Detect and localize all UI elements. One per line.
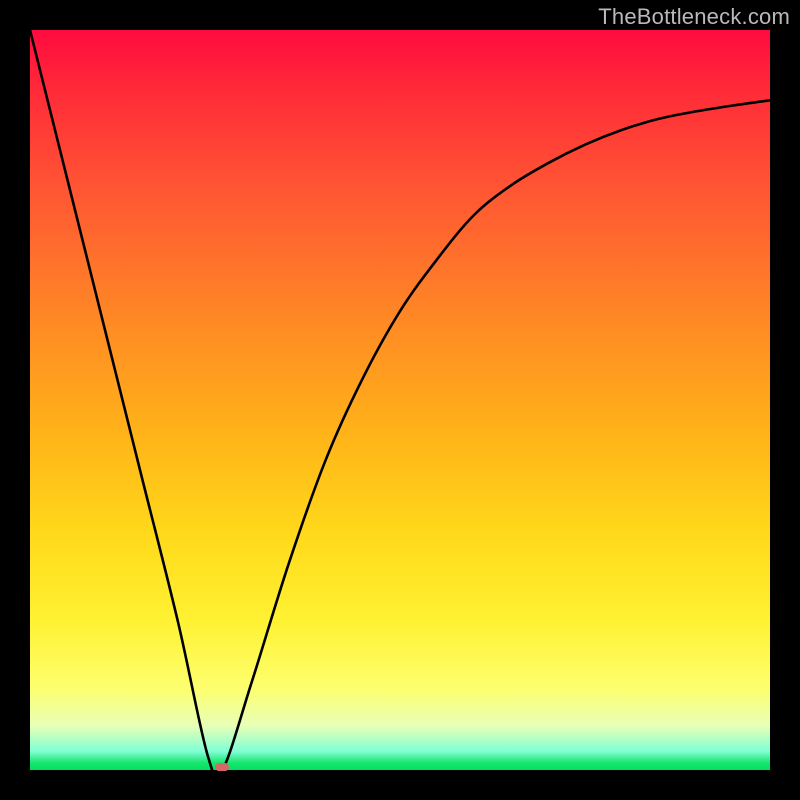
optimum-marker xyxy=(215,763,229,771)
bottleneck-curve xyxy=(30,30,770,770)
outer-frame: TheBottleneck.com xyxy=(0,0,800,800)
curve-svg xyxy=(30,30,770,770)
watermark-text: TheBottleneck.com xyxy=(598,4,790,30)
plot-area xyxy=(30,30,770,770)
